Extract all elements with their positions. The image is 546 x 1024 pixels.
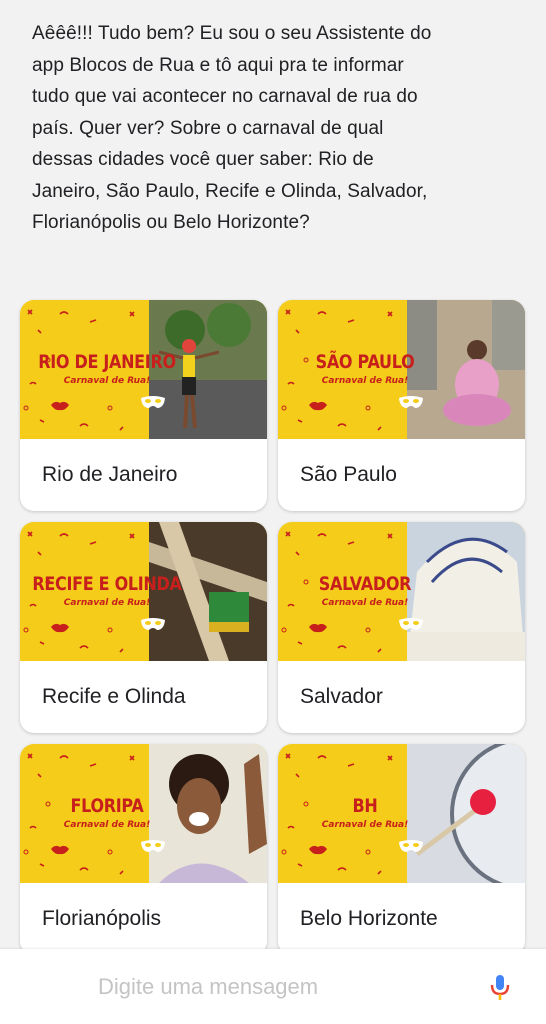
banner-title: RIO DE JANEIRO xyxy=(38,350,176,373)
lips-icon xyxy=(51,401,69,411)
lips-icon xyxy=(51,623,69,633)
card-belo-horizonte[interactable]: BH Carnaval de Rua! Belo Horizonte xyxy=(278,744,525,955)
assistant-message: Aêêê!!! Tudo bem? Eu sou o seu Assistent… xyxy=(32,23,432,233)
city-cards-grid: RIO DE JANEIRO Carnaval de Rua! Rio de J… xyxy=(20,300,526,955)
card-label: Belo Horizonte xyxy=(300,907,438,930)
banner-subtitle: Carnaval de Rua! xyxy=(63,376,151,386)
carnival-mask-icon xyxy=(399,396,423,408)
card-banner: BH Carnaval de Rua! xyxy=(278,744,525,883)
card-banner: FLORIPA Carnaval de Rua! xyxy=(20,744,267,883)
card-label: Salvador xyxy=(300,685,383,708)
lips-icon xyxy=(51,845,69,855)
banner-title: BH xyxy=(352,794,378,817)
banner-subtitle: Carnaval de Rua! xyxy=(63,820,151,830)
banner-subtitle: Carnaval de Rua! xyxy=(321,598,409,608)
banner-title: SÃO PAULO xyxy=(315,350,415,373)
carnival-mask-icon xyxy=(399,840,423,852)
lips-icon xyxy=(309,623,327,633)
card-label: Florianópolis xyxy=(42,907,162,930)
banner-subtitle: Carnaval de Rua! xyxy=(321,820,409,830)
carnival-mask-icon xyxy=(141,840,165,852)
card-salvador[interactable]: SALVADOR Carnaval de Rua! Salvador xyxy=(278,522,525,733)
card-sao-paulo[interactable]: SÃO PAULO Carnaval de Rua! São Paulo xyxy=(278,300,525,511)
card-banner: RIO DE JANEIRO Carnaval de Rua! xyxy=(20,300,267,439)
card-label: São Paulo xyxy=(300,463,397,486)
card-recife-e-olinda[interactable]: RECIFE E OLINDA Carnaval de Rua! Recife … xyxy=(20,522,267,733)
microphone-icon[interactable] xyxy=(487,973,513,1001)
card-banner: SÃO PAULO Carnaval de Rua! xyxy=(278,300,525,439)
card-label: Recife e Olinda xyxy=(42,685,186,708)
banner-title: RECIFE E OLINDA xyxy=(32,572,182,595)
carnival-mask-icon xyxy=(141,396,165,408)
card-banner: SALVADOR Carnaval de Rua! xyxy=(278,522,525,661)
card-label: Rio de Janeiro xyxy=(42,463,178,486)
carnival-mask-icon xyxy=(141,618,165,630)
banner-title: FLORIPA xyxy=(70,794,144,817)
card-rio-de-janeiro[interactable]: RIO DE JANEIRO Carnaval de Rua! Rio de J… xyxy=(20,300,267,511)
card-banner: RECIFE E OLINDA Carnaval de Rua! xyxy=(20,522,267,661)
message-input-bar xyxy=(0,949,546,1024)
message-input[interactable] xyxy=(96,969,470,1005)
lips-icon xyxy=(309,401,327,411)
banner-subtitle: Carnaval de Rua! xyxy=(321,376,409,386)
card-florianopolis[interactable]: FLORIPA Carnaval de Rua! Florianópolis xyxy=(20,744,267,955)
lips-icon xyxy=(309,845,327,855)
carnival-mask-icon xyxy=(399,618,423,630)
banner-title: SALVADOR xyxy=(318,572,412,595)
banner-subtitle: Carnaval de Rua! xyxy=(63,598,151,608)
